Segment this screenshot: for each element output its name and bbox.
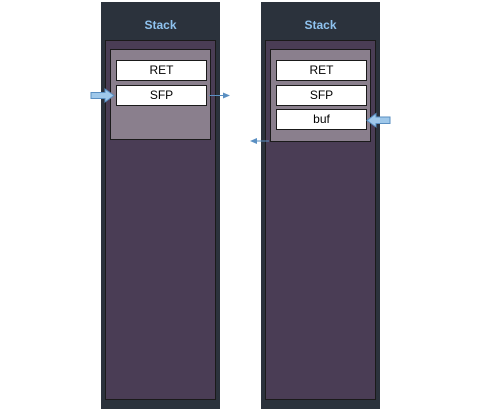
buf-pointer-arrow xyxy=(366,112,391,128)
thin-arrow-left xyxy=(250,138,269,144)
arrows-overlay xyxy=(90,88,391,144)
sfp-pointer-arrow xyxy=(90,88,115,103)
thin-arrow-right xyxy=(209,92,230,99)
